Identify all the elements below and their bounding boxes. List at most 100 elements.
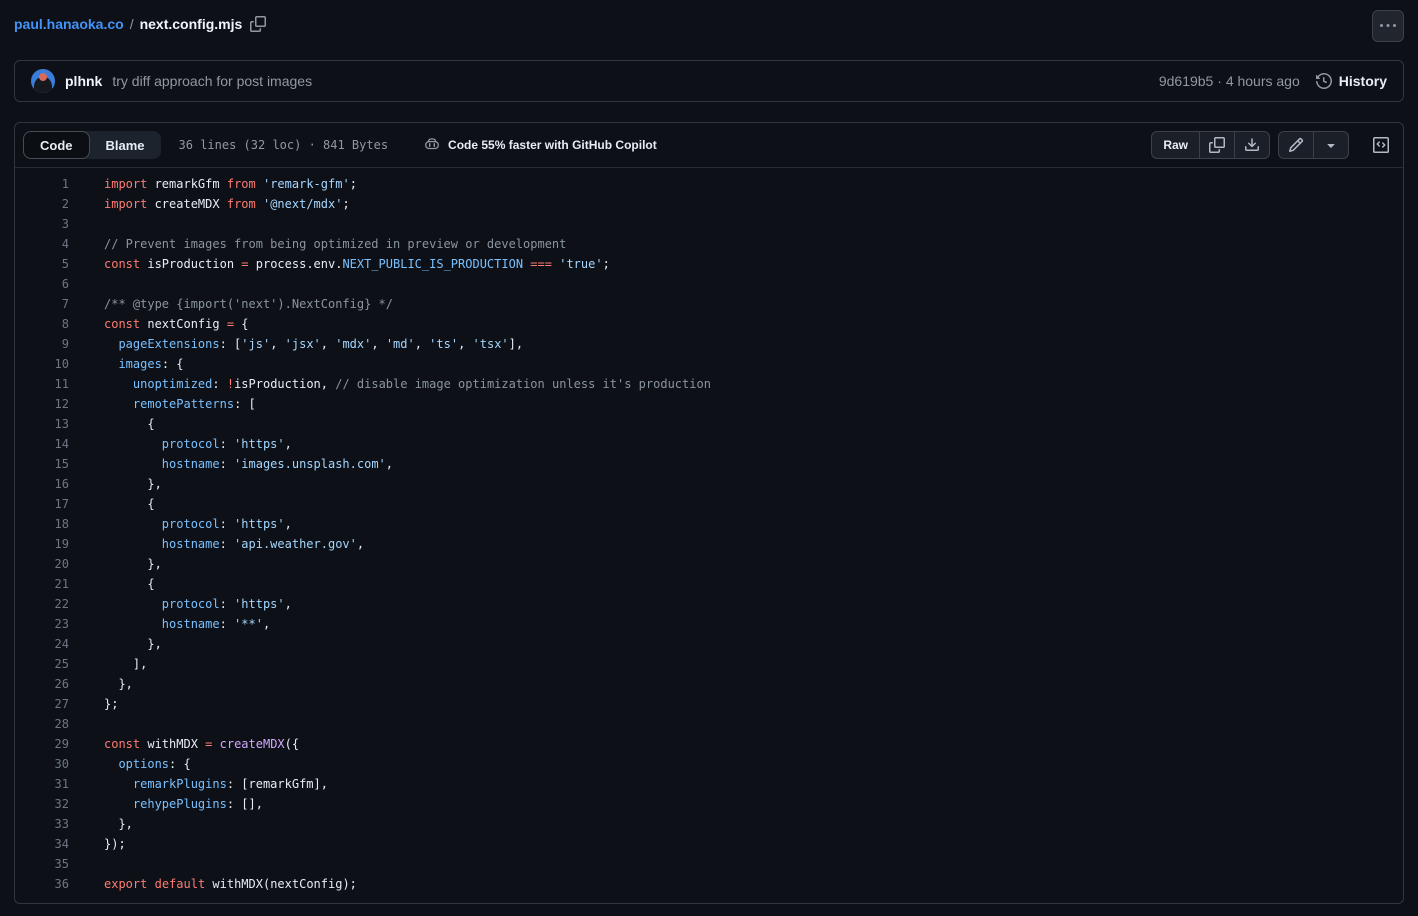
file-toolbar: Code Blame 36 lines (32 loc) · 841 Bytes… [15,123,1403,168]
edit-file-button[interactable] [1279,132,1313,158]
line-content: hostname: 'images.unsplash.com', [104,454,393,474]
line-number[interactable]: 33 [15,814,69,834]
toolbar-actions: Raw [1151,131,1395,159]
line-number[interactable]: 5 [15,254,69,274]
line-content: /** @type {import('next').NextConfig} */ [104,294,393,314]
commit-sha-and-time: 9d619b5 · 4 hours ago [1159,73,1300,89]
code-line: 33 }, [15,814,1403,834]
line-number[interactable]: 27 [15,694,69,714]
line-content: import createMDX from '@next/mdx'; [104,194,350,214]
line-number[interactable]: 4 [15,234,69,254]
line-number[interactable]: 36 [15,874,69,894]
raw-button-group: Raw [1151,131,1270,159]
line-number[interactable]: 15 [15,454,69,474]
code-line: 14 protocol: 'https', [15,434,1403,454]
line-number[interactable]: 1 [15,174,69,194]
breadcrumb-file-name: next.config.mjs [140,16,243,32]
line-content: const withMDX = createMDX({ [104,734,299,754]
commit-message[interactable]: try diff approach for post images [112,73,312,89]
line-content: // Prevent images from being optimized i… [104,234,566,254]
code-line: 1import remarkGfm from 'remark-gfm'; [15,174,1403,194]
line-number[interactable]: 6 [15,274,69,294]
line-content: { [104,494,155,514]
line-number[interactable]: 25 [15,654,69,674]
tab-blame[interactable]: Blame [90,131,161,159]
code-line: 6 [15,274,1403,294]
line-number[interactable]: 10 [15,354,69,374]
breadcrumb-repo-link[interactable]: paul.hanaoka.co [14,16,124,32]
copy-raw-button[interactable] [1200,132,1234,158]
copilot-banner-link[interactable]: Code 55% faster with GitHub Copilot [424,137,657,153]
line-content: protocol: 'https', [104,514,292,534]
line-content: remarkPlugins: [remarkGfm], [104,774,328,794]
file-header: paul.hanaoka.co / next.config.mjs [0,0,1418,60]
code-line: 28 [15,714,1403,734]
line-content: }, [104,674,133,694]
code-line: 7 /** @type {import('next').NextConfig} *… [15,294,1403,314]
file-stats: 36 lines (32 loc) · 841 Bytes [179,138,389,152]
line-number[interactable]: 2 [15,194,69,214]
copy-path-button[interactable] [248,16,268,32]
code-line: 31 remarkPlugins: [remarkGfm], [15,774,1403,794]
line-number[interactable]: 21 [15,574,69,594]
code-line: 25 ], [15,654,1403,674]
line-content: export default withMDX(nextConfig); [104,874,357,894]
line-number[interactable]: 28 [15,714,69,734]
line-content: pageExtensions: ['js', 'jsx', 'mdx', 'md… [104,334,523,354]
file-more-options-button[interactable] [1372,10,1404,42]
line-number[interactable]: 34 [15,834,69,854]
history-icon [1316,73,1332,89]
line-number[interactable]: 8 [15,314,69,334]
code-line: 17 { [15,494,1403,514]
line-number[interactable]: 17 [15,494,69,514]
code-line: 30 options: { [15,754,1403,774]
line-number[interactable]: 14 [15,434,69,454]
commit-author[interactable]: plhnk [65,73,102,89]
line-number[interactable]: 32 [15,794,69,814]
line-number[interactable]: 30 [15,754,69,774]
code-line: 2 import createMDX from '@next/mdx'; [15,194,1403,214]
code-line: 10 images: { [15,354,1403,374]
line-number[interactable]: 24 [15,634,69,654]
commit-sha[interactable]: 9d619b5 [1159,73,1214,89]
symbols-panel-button[interactable] [1367,131,1395,159]
avatar[interactable] [31,69,55,93]
line-number[interactable]: 26 [15,674,69,694]
line-number[interactable]: 20 [15,554,69,574]
line-number[interactable]: 16 [15,474,69,494]
history-button[interactable]: History [1316,73,1387,89]
code-line: 9 pageExtensions: ['js', 'jsx', 'mdx', '… [15,334,1403,354]
copilot-banner-label: Code 55% faster with GitHub Copilot [448,138,657,152]
line-number[interactable]: 31 [15,774,69,794]
breadcrumb: paul.hanaoka.co / next.config.mjs [14,16,268,32]
line-number[interactable]: 11 [15,374,69,394]
raw-button[interactable]: Raw [1152,132,1199,158]
line-content: }); [104,834,126,854]
line-number[interactable]: 12 [15,394,69,414]
commit-time: 4 hours ago [1226,73,1300,89]
line-number[interactable]: 7 [15,294,69,314]
line-content: }, [104,554,162,574]
line-content: { [104,414,155,434]
code-line: 19 hostname: 'api.weather.gov', [15,534,1403,554]
breadcrumb-separator: / [130,16,134,32]
code-blame-segmented-control: Code Blame [23,131,161,159]
line-number[interactable]: 13 [15,414,69,434]
line-number[interactable]: 18 [15,514,69,534]
line-number[interactable]: 29 [15,734,69,754]
line-number[interactable]: 3 [15,214,69,234]
line-number[interactable]: 9 [15,334,69,354]
code-line: 22 protocol: 'https', [15,594,1403,614]
tab-code[interactable]: Code [23,131,90,159]
line-number[interactable]: 35 [15,854,69,874]
download-raw-button[interactable] [1235,132,1269,158]
chevron-down-icon [1323,137,1339,153]
line-content: const isProduction = process.env.NEXT_PU… [104,254,610,274]
line-number[interactable]: 19 [15,534,69,554]
edit-dropdown-button[interactable] [1314,132,1348,158]
line-number[interactable]: 23 [15,614,69,634]
code-line: 36 export default withMDX(nextConfig); [15,874,1403,894]
pencil-icon [1288,137,1304,153]
line-number[interactable]: 22 [15,594,69,614]
code-line: 11 unoptimized: !isProduction, // disabl… [15,374,1403,394]
